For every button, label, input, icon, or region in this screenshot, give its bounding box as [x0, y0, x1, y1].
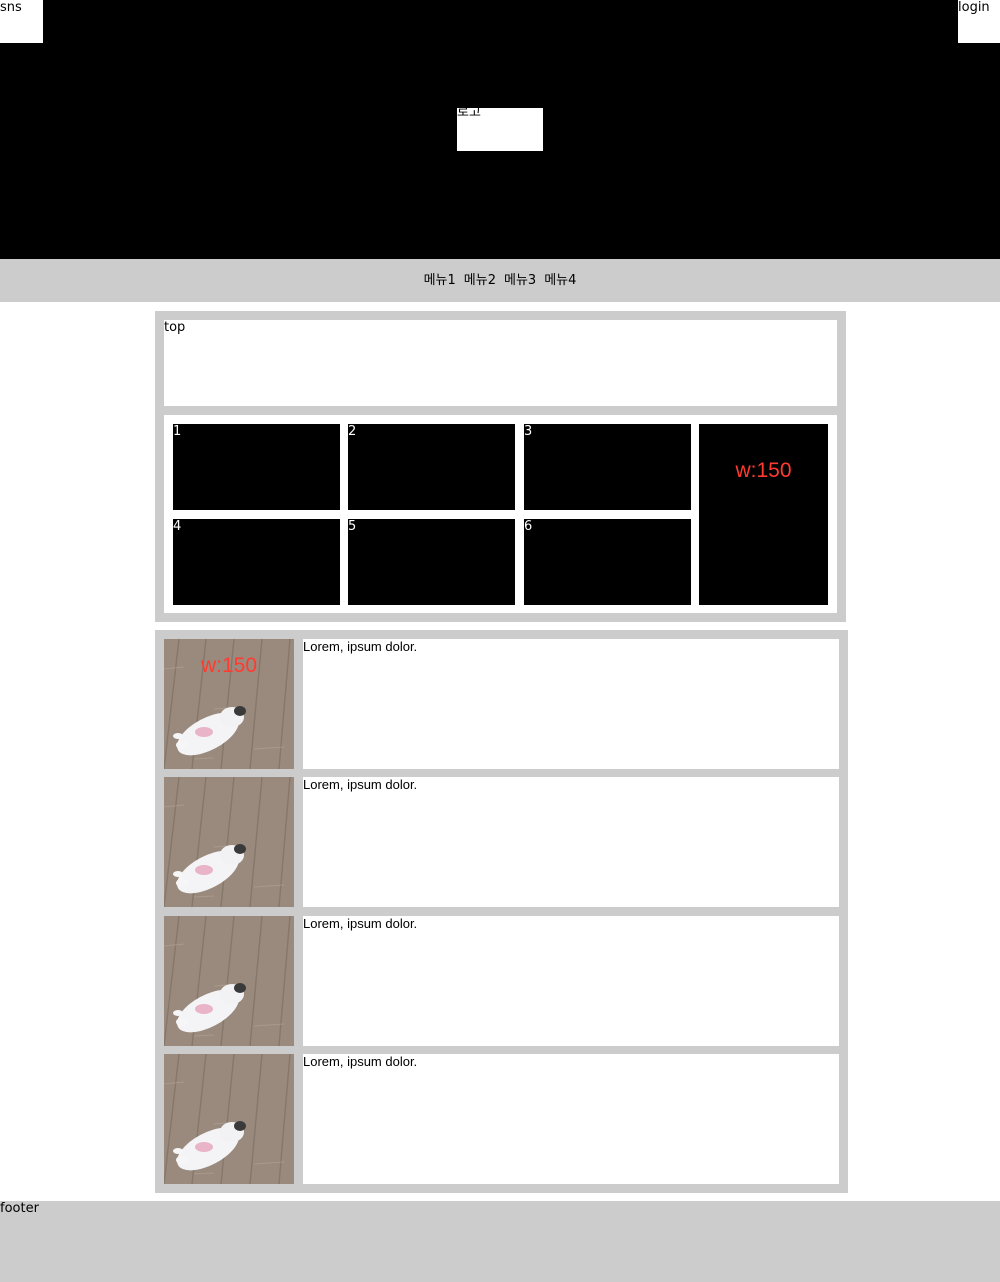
tile-4: 4 — [173, 519, 340, 605]
nav-item-menu4[interactable]: 메뉴4 — [544, 273, 576, 289]
logo-label: 로고 — [457, 105, 481, 120]
section-list: w:150 Lorem, ipsum dolor. Lorem, ipsum d… — [155, 630, 848, 1193]
list-item-label: Lorem, ipsum dolor. — [303, 916, 418, 931]
sns-label: sns — [0, 0, 22, 15]
header: sns 로고 login — [0, 0, 1000, 259]
top-box: top — [164, 320, 837, 406]
tile-3: 3 — [524, 424, 691, 510]
tile-label: 6 — [524, 519, 533, 534]
logo[interactable]: 로고 — [457, 105, 543, 151]
nav-item-menu1[interactable]: 메뉴1 — [424, 273, 456, 289]
sns-link[interactable]: sns — [0, 0, 43, 43]
kitten-photo — [164, 777, 294, 907]
list-item-text: Lorem, ipsum dolor. — [303, 777, 839, 907]
tile-1: 1 — [173, 424, 340, 510]
side-tile-label: w:150 — [735, 459, 792, 482]
kitten-photo-graphic — [164, 1054, 294, 1184]
list-item: Lorem, ipsum dolor. — [164, 777, 839, 907]
list-item: Lorem, ipsum dolor. — [164, 916, 839, 1046]
top-label: top — [164, 320, 186, 335]
list-item: w:150 Lorem, ipsum dolor. — [164, 639, 839, 769]
kitten-photo — [164, 1054, 294, 1184]
list-item-text: Lorem, ipsum dolor. — [303, 1054, 839, 1184]
list-item-label: Lorem, ipsum dolor. — [303, 1054, 418, 1069]
kitten-photo-graphic — [164, 777, 294, 907]
tile-5: 5 — [348, 519, 515, 605]
list-item-text: Lorem, ipsum dolor. — [303, 916, 839, 1046]
side-tile: w:150 — [699, 424, 828, 605]
nav-item-menu2[interactable]: 메뉴2 — [464, 273, 496, 289]
tile-label: 5 — [348, 519, 357, 534]
list-item-label: Lorem, ipsum dolor. — [303, 639, 418, 654]
section-top: top 1 2 3 4 5 6 w:150 — [155, 311, 846, 622]
main-nav: 메뉴1 메뉴2 메뉴3 메뉴4 — [0, 259, 1000, 302]
kitten-photo — [164, 916, 294, 1046]
tile-label: 1 — [173, 424, 182, 439]
tile-label: 2 — [348, 424, 357, 439]
tile-6: 6 — [524, 519, 691, 605]
nav-item-menu3[interactable]: 메뉴3 — [504, 273, 536, 289]
tile-label: 4 — [173, 519, 182, 534]
overlay-label: w:150 — [200, 654, 258, 677]
tile-2: 2 — [348, 424, 515, 510]
tile-label: 3 — [524, 424, 533, 439]
kitten-photo-graphic — [164, 916, 294, 1046]
list-item-text: Lorem, ipsum dolor. — [303, 639, 839, 769]
tile-grid: 1 2 3 4 5 6 w:150 — [164, 415, 837, 613]
list-item-label: Lorem, ipsum dolor. — [303, 777, 418, 792]
login-link[interactable]: login — [958, 0, 1000, 43]
kitten-photo: w:150 — [164, 639, 294, 769]
login-label: login — [958, 0, 990, 15]
footer: footer — [0, 1201, 1000, 1282]
footer-label: footer — [0, 1201, 39, 1216]
list-item: Lorem, ipsum dolor. — [164, 1054, 839, 1184]
